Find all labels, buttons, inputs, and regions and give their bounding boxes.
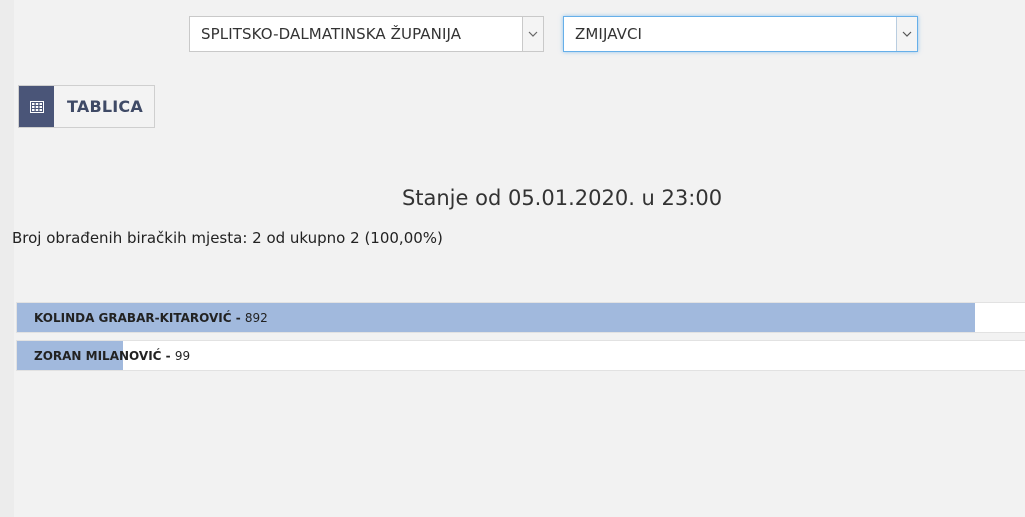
chevron-down-icon xyxy=(902,31,912,37)
status-title: Stanje od 05.01.2020. u 23:00 xyxy=(401,186,723,210)
county-select[interactable]: SPLITSKO-DALMATINSKA ŽUPANIJA xyxy=(189,16,544,52)
candidate-result-text: ZORAN MILANOVIĆ - 99 xyxy=(34,341,190,371)
municipality-select[interactable]: ZMIJAVCI xyxy=(563,16,918,52)
table-icon-box xyxy=(19,86,54,127)
candidate-votes: 892 xyxy=(244,311,268,325)
candidate-separator: - xyxy=(161,349,175,363)
county-select-toggle[interactable] xyxy=(522,17,543,51)
candidate-name: ZORAN MILANOVIĆ xyxy=(34,349,162,363)
county-select-value: SPLITSKO-DALMATINSKA ŽUPANIJA xyxy=(201,25,462,43)
municipality-select-toggle[interactable] xyxy=(896,17,917,51)
table-view-button[interactable]: TABLICA xyxy=(18,85,155,128)
candidate-votes: 99 xyxy=(174,349,191,363)
polling-stations-count: Broj obrađenih biračkih mjesta: 2 od uku… xyxy=(12,229,443,247)
candidate-result-row: ZORAN MILANOVIĆ - 99 xyxy=(16,340,1025,371)
left-margin-strip xyxy=(0,0,14,517)
candidate-name: KOLINDA GRABAR-KITAROVIĆ xyxy=(34,311,232,325)
municipality-select-value: ZMIJAVCI xyxy=(575,25,643,43)
candidate-result-row: KOLINDA GRABAR-KITAROVIĆ - 892 xyxy=(16,302,1025,333)
candidate-result-text: KOLINDA GRABAR-KITAROVIĆ - 892 xyxy=(34,303,268,333)
table-icon xyxy=(29,100,44,113)
table-view-label: TABLICA xyxy=(67,97,143,116)
chevron-down-icon xyxy=(528,31,538,37)
candidate-separator: - xyxy=(231,311,245,325)
